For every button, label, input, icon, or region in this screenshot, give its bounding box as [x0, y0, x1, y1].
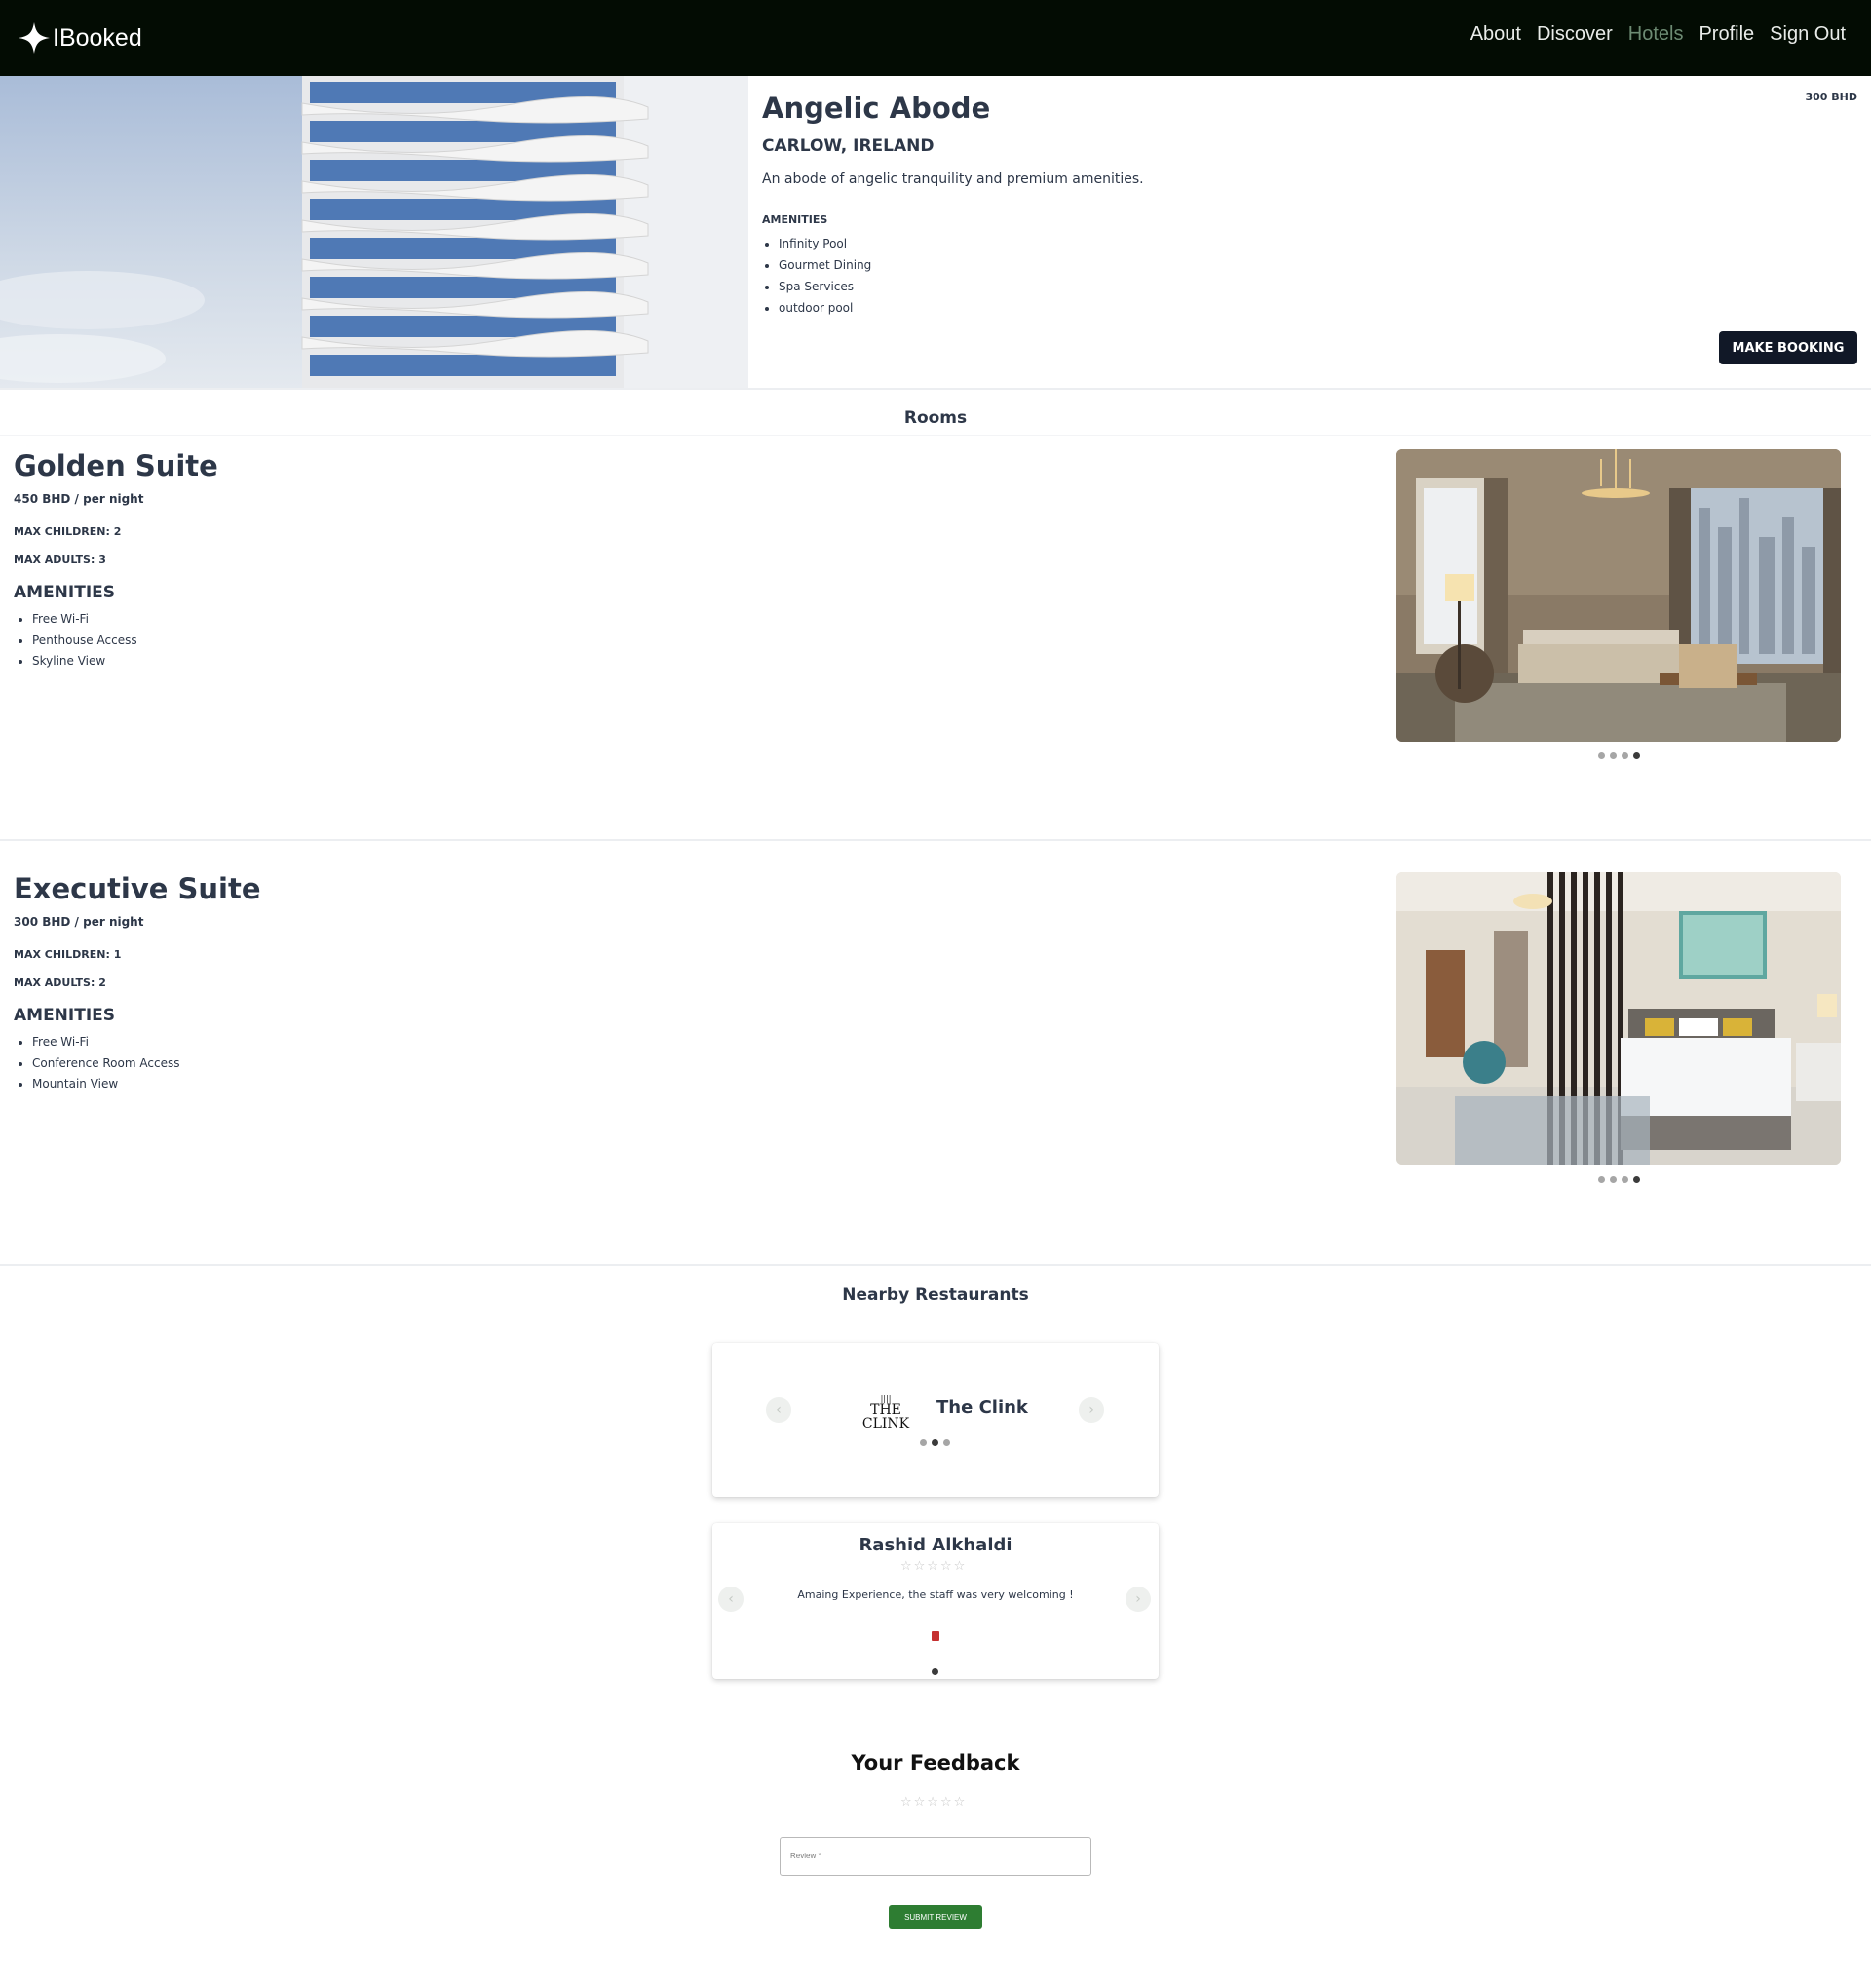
hotel-description: An abode of angelic tranquility and prem… [762, 172, 1144, 187]
list-item: Mountain View [32, 1074, 179, 1095]
hotel-image [0, 76, 748, 388]
hotel-amenities-list: Infinity Pool Gourmet Dining Spa Service… [779, 233, 871, 319]
room-name: Golden Suite [14, 449, 218, 482]
room-image[interactable] [1396, 449, 1841, 742]
divider [0, 1264, 1871, 1266]
trash-icon[interactable] [932, 1631, 939, 1641]
list-item: Penthouse Access [32, 631, 137, 652]
make-booking-button[interactable]: MAKE BOOKING [1719, 331, 1857, 364]
room-max-adults: MAX ADULTS: 2 [14, 976, 106, 989]
restaurant-logo: |||| THE CLINK [860, 1395, 911, 1432]
carousel-dot[interactable] [1633, 752, 1640, 759]
top-navbar: IBooked About Discover Hotels Profile Si… [0, 0, 1871, 76]
brand-name: IBooked [53, 23, 142, 52]
list-item: outdoor pool [779, 297, 871, 319]
restaurant-name: The Clink [936, 1397, 1028, 1418]
carousel-dot[interactable] [920, 1439, 927, 1446]
divider [0, 435, 1871, 436]
room-card: Executive Suite 300 BHD / per night MAX … [0, 872, 1871, 1262]
carousel-dot[interactable] [1598, 1176, 1605, 1183]
list-item: Spa Services [779, 276, 871, 297]
star-outline-icon: ☆☆☆☆☆ [900, 1559, 968, 1574]
nav-links: About Discover Hotels Profile Sign Out [1470, 23, 1846, 46]
nav-link-hotels[interactable]: Hotels [1628, 23, 1684, 46]
carousel-dot[interactable] [932, 1439, 938, 1446]
room-amenities-title: AMENITIES [14, 1006, 116, 1025]
star-outline-icon[interactable]: ☆☆☆☆☆ [900, 1795, 967, 1810]
nav-link-profile[interactable]: Profile [1699, 23, 1754, 46]
room-amenities-title: AMENITIES [14, 583, 116, 602]
room-name: Executive Suite [14, 872, 261, 905]
submit-review-button[interactable]: SUBMIT REVIEW [889, 1905, 982, 1929]
list-item: Free Wi-Fi [32, 1032, 179, 1053]
review-carousel-dots [932, 1668, 938, 1675]
nav-link-discover[interactable]: Discover [1537, 23, 1613, 46]
room-price: 300 BHD / per night [14, 915, 144, 929]
room-carousel-dots [1598, 1176, 1640, 1183]
room-max-children: MAX CHILDREN: 1 [14, 948, 122, 961]
carousel-dot[interactable] [1610, 1176, 1617, 1183]
room-price: 450 BHD / per night [14, 492, 144, 506]
room-max-adults: MAX ADULTS: 3 [14, 554, 106, 566]
room-image[interactable] [1396, 872, 1841, 1165]
carousel-dot[interactable] [1622, 752, 1628, 759]
logo-word: CLINK [861, 1416, 910, 1432]
nav-link-about[interactable]: About [1470, 23, 1521, 46]
hotel-name: Angelic Abode [762, 92, 991, 125]
room-card: Golden Suite 450 BHD / per night MAX CHI… [0, 449, 1871, 839]
review-card: ‹ › Rashid Alkhaldi ☆☆☆☆☆ Amaing Experie… [712, 1523, 1159, 1679]
room-amenities-list: Free Wi-Fi Penthouse Access Skyline View [32, 609, 137, 672]
list-item: Free Wi-Fi [32, 609, 137, 631]
feedback-title: Your Feedback [851, 1751, 1020, 1775]
nearby-restaurants-title: Nearby Restaurants [842, 1285, 1029, 1305]
review-input[interactable]: Review * [780, 1837, 1091, 1876]
carousel-dot[interactable] [1598, 752, 1605, 759]
divider [0, 388, 1871, 390]
carousel-dot[interactable] [1610, 752, 1617, 759]
rooms-title: Rooms [903, 408, 968, 428]
hotel-amenities-title: AMENITIES [762, 213, 828, 226]
carousel-dot[interactable] [1633, 1176, 1640, 1183]
room-carousel-dots [1598, 752, 1640, 759]
diamond-star-icon [18, 21, 51, 55]
hotel-location: CARLOW, IRELAND [762, 136, 935, 156]
list-item: Skyline View [32, 651, 137, 672]
chevron-left-icon[interactable]: ‹ [766, 1397, 791, 1423]
divider [0, 839, 1871, 841]
room-max-children: MAX CHILDREN: 2 [14, 525, 122, 538]
brand-logo[interactable]: IBooked [18, 21, 142, 55]
restaurant-carousel-dots [920, 1439, 950, 1446]
list-item: Gourmet Dining [779, 254, 871, 276]
review-text: Amaing Experience, the staff was very we… [797, 1588, 1074, 1601]
carousel-dot[interactable] [1622, 1176, 1628, 1183]
room-amenities-list: Free Wi-Fi Conference Room Access Mounta… [32, 1032, 179, 1095]
carousel-dot[interactable] [943, 1439, 950, 1446]
hotel-details: Angelic Abode 300 BHD CARLOW, IRELAND An… [762, 76, 1863, 388]
list-item: Conference Room Access [32, 1053, 179, 1075]
logo-word: THE [870, 1402, 901, 1418]
hotel-price: 300 BHD [1805, 91, 1857, 103]
nav-link-sign-out[interactable]: Sign Out [1770, 23, 1846, 46]
list-item: Infinity Pool [779, 233, 871, 254]
chevron-right-icon[interactable]: › [1079, 1397, 1104, 1423]
restaurant-card: ‹ › |||| THE CLINK The Clink [712, 1343, 1159, 1497]
carousel-dot[interactable] [932, 1668, 938, 1675]
reviewer-name: Rashid Alkhaldi [859, 1535, 1012, 1555]
